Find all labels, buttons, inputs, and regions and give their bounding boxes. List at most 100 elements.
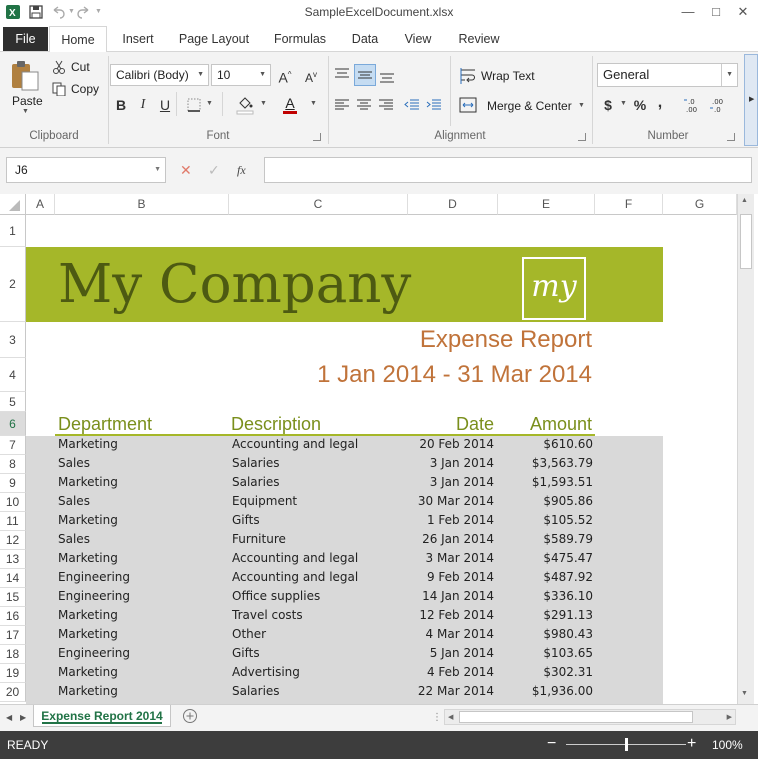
cell-amount[interactable]: $1,593.51 [498, 475, 593, 489]
column-header[interactable]: E [498, 194, 595, 215]
cell-amount[interactable]: $610.60 [498, 437, 593, 451]
cell-department[interactable]: Sales [58, 532, 228, 546]
grow-font-icon[interactable]: A^ [276, 66, 294, 86]
fill-color-icon[interactable] [236, 95, 254, 115]
currency-button[interactable]: $ [599, 96, 617, 114]
cell-date[interactable]: 30 Mar 2014 [408, 494, 494, 508]
cell-department[interactable]: Engineering [58, 570, 228, 584]
copy-button[interactable]: Copy [71, 82, 99, 96]
number-format-select[interactable]: General ▼ [597, 63, 738, 87]
cell-amount[interactable]: $291.13 [498, 608, 593, 622]
worksheet-grid[interactable]: A B C D E F G 1 2 3 4 5 6 7 8 9 10 11 12… [0, 194, 737, 704]
tab-splitter-icon[interactable]: ⋮ [432, 712, 442, 723]
cell-description[interactable]: Advertising [232, 665, 407, 679]
column-header[interactable]: G [663, 194, 737, 215]
cell-department[interactable]: Engineering [58, 589, 228, 603]
align-bottom-icon[interactable] [378, 66, 396, 84]
horizontal-scroll-thumb[interactable] [459, 711, 693, 723]
maximize-icon[interactable]: □ [706, 3, 726, 21]
column-header[interactable]: D [408, 194, 498, 215]
cell-department[interactable]: Marketing [58, 627, 228, 641]
scroll-right-icon[interactable]: ▶ [727, 713, 732, 721]
cell-description[interactable]: Furniture [232, 532, 407, 546]
cell-date[interactable]: 3 Jan 2014 [408, 475, 494, 489]
cell-description[interactable]: Travel costs [232, 608, 407, 622]
align-middle-icon[interactable] [354, 64, 376, 86]
cell-date[interactable]: 20 Feb 2014 [408, 437, 494, 451]
italic-button[interactable]: I [134, 96, 152, 114]
alignment-dialog-launcher-icon[interactable] [578, 133, 586, 141]
underline-button[interactable]: U [156, 96, 174, 114]
cell-description[interactable]: Accounting and legal [232, 551, 407, 565]
cell-date[interactable]: 12 Feb 2014 [408, 608, 494, 622]
align-center-icon[interactable] [355, 97, 373, 113]
cell-description[interactable]: Gifts [232, 513, 407, 527]
zoom-slider-thumb[interactable] [625, 738, 628, 751]
cell-description[interactable]: Gifts [232, 646, 407, 660]
cell-amount[interactable]: $905.86 [498, 494, 593, 508]
cut-button[interactable]: Cut [71, 60, 90, 74]
font-size-select[interactable]: 10 ▼ [211, 64, 271, 86]
zoom-out-button[interactable]: − [547, 735, 556, 753]
cell-description[interactable]: Salaries [232, 684, 407, 698]
paste-icon[interactable] [8, 58, 42, 92]
cancel-icon[interactable]: ✕ [180, 162, 192, 179]
row-header[interactable]: 4 [0, 358, 26, 392]
cell-amount[interactable]: $589.79 [498, 532, 593, 546]
vertical-scrollbar[interactable]: ▲ ▼ [737, 194, 754, 704]
tab-view[interactable]: View [392, 26, 444, 52]
cell-department[interactable]: Marketing [58, 665, 228, 679]
merge-dropdown-icon[interactable]: ▼ [578, 102, 585, 109]
decrease-indent-icon[interactable] [403, 97, 421, 113]
tab-insert[interactable]: Insert [110, 26, 166, 52]
column-header[interactable]: F [595, 194, 663, 215]
cell-date[interactable]: 4 Mar 2014 [408, 627, 494, 641]
cell-amount[interactable]: $302.31 [498, 665, 593, 679]
select-all-corner[interactable] [0, 194, 26, 215]
add-sheet-icon[interactable] [182, 708, 198, 724]
cell-department[interactable]: Marketing [58, 608, 228, 622]
cell-amount[interactable]: $105.52 [498, 513, 593, 527]
align-top-icon[interactable] [333, 66, 351, 84]
row-header[interactable]: 2 [0, 247, 26, 322]
scroll-down-icon[interactable]: ▼ [741, 690, 748, 697]
cell-department[interactable]: Engineering [58, 646, 228, 660]
cell-amount[interactable]: $1,936.00 [498, 684, 593, 698]
borders-icon[interactable] [186, 97, 202, 113]
cell-description[interactable]: Accounting and legal [232, 570, 407, 584]
tab-review[interactable]: Review [448, 26, 510, 52]
font-dialog-launcher-icon[interactable] [313, 133, 321, 141]
zoom-slider[interactable] [566, 738, 686, 751]
wrap-text-button[interactable]: Wrap Text [481, 69, 535, 83]
cell-description[interactable]: Office supplies [232, 589, 407, 603]
borders-dropdown-icon[interactable]: ▼ [206, 100, 213, 107]
font-color-dropdown-icon[interactable]: ▼ [310, 100, 317, 107]
name-box[interactable]: J6 ▼ [6, 157, 166, 183]
number-dialog-launcher-icon[interactable] [727, 133, 735, 141]
percent-button[interactable]: % [631, 96, 649, 114]
tab-home[interactable]: Home [49, 26, 107, 53]
paste-dropdown-icon[interactable]: ▼ [22, 108, 29, 115]
sheet-tab-active[interactable]: Expense Report 2014 [33, 705, 171, 727]
tab-formulas[interactable]: Formulas [262, 26, 338, 52]
bold-button[interactable]: B [112, 96, 130, 114]
cell-description[interactable]: Accounting and legal [232, 437, 407, 451]
cell-department[interactable]: Marketing [58, 475, 228, 489]
merge-center-icon[interactable] [459, 97, 477, 113]
vertical-scroll-thumb[interactable] [740, 214, 752, 269]
cell-amount[interactable]: $980.43 [498, 627, 593, 641]
column-header[interactable]: A [26, 194, 55, 215]
ribbon-scroll-right-button[interactable]: ▶ [744, 54, 758, 146]
row-header[interactable]: 5 [0, 392, 26, 412]
insert-function-button[interactable]: fx [237, 163, 246, 178]
cell-date[interactable]: 22 Mar 2014 [408, 684, 494, 698]
scroll-left-icon[interactable]: ◀ [448, 713, 453, 721]
cell-date[interactable]: 26 Jan 2014 [408, 532, 494, 546]
increase-indent-icon[interactable] [425, 97, 443, 113]
cell-description[interactable]: Equipment [232, 494, 407, 508]
cell-date[interactable]: 5 Jan 2014 [408, 646, 494, 660]
currency-dropdown-icon[interactable]: ▼ [620, 100, 627, 107]
cell-description[interactable]: Salaries [232, 475, 407, 489]
cell-date[interactable]: 4 Feb 2014 [408, 665, 494, 679]
font-color-icon[interactable]: A [282, 95, 298, 115]
